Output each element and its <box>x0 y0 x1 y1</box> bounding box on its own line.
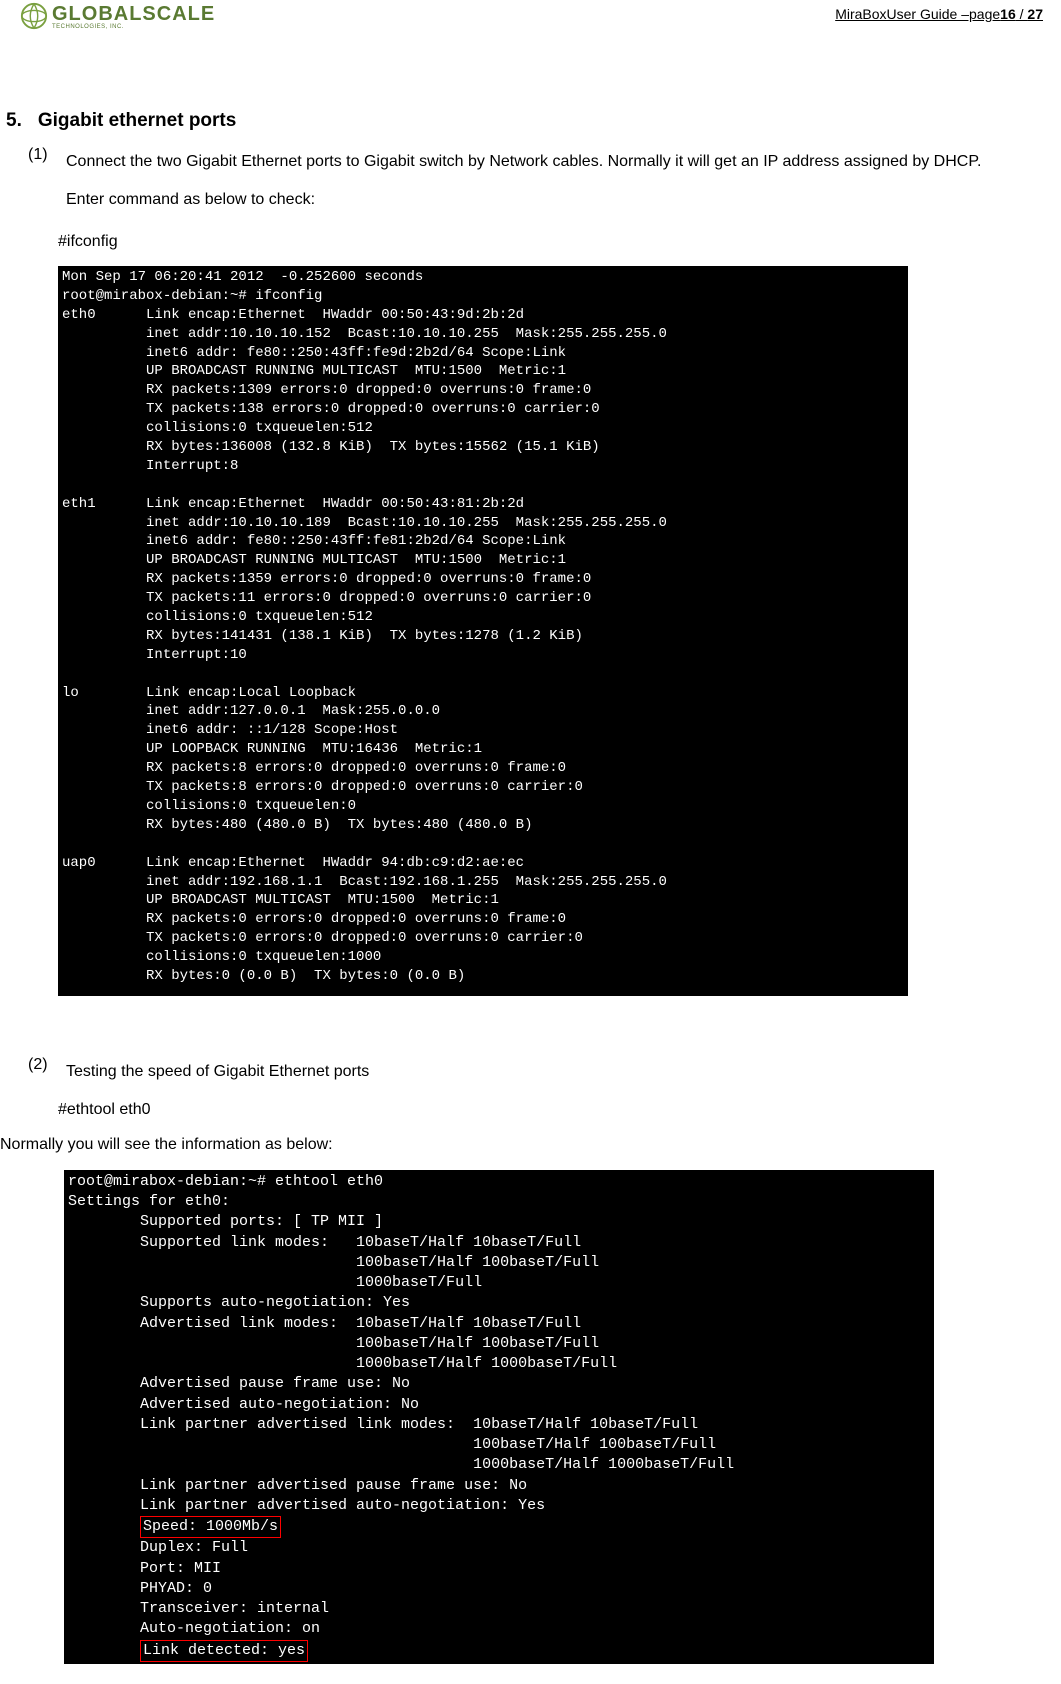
command-ethtool: #ethtool eth0 <box>58 1094 1061 1126</box>
terminal-line: Supports auto-negotiation: Yes <box>68 1293 930 1313</box>
page-number: MiraBoxUser Guide –page16 / 27 <box>835 2 1043 22</box>
terminal-line-speed: Speed: 1000Mb/s <box>68 1516 930 1538</box>
terminal-line: 1000baseT/Half 1000baseT/Full <box>68 1455 930 1475</box>
terminal-line: 100baseT/Half 100baseT/Full <box>68 1253 930 1273</box>
terminal-line: Supported link modes: 10baseT/Half 10bas… <box>68 1233 930 1253</box>
terminal-line: Port: MII <box>68 1559 930 1579</box>
terminal-output-ethtool: root@mirabox-debian:~# ethtool eth0Setti… <box>64 1170 934 1664</box>
step-text: Connect the two Gigabit Ethernet ports t… <box>66 146 1061 178</box>
terminal-line: Auto-negotiation: on <box>68 1619 930 1639</box>
document-page: GLOBALSCALE TECHNOLOGIES, INC. MiraBoxUs… <box>0 0 1061 1684</box>
terminal-line: 100baseT/Half 100baseT/Full <box>68 1435 930 1455</box>
normally-text: Normally you will see the information as… <box>0 1136 1061 1154</box>
terminal-line: root@mirabox-debian:~# ethtool eth0 <box>68 1172 930 1192</box>
step-text: Testing the speed of Gigabit Ethernet po… <box>66 1056 1061 1088</box>
step-number: (2) <box>28 1056 56 1088</box>
terminal-line: Link partner advertised pause frame use:… <box>68 1476 930 1496</box>
section-number: 5. <box>6 110 22 132</box>
terminal-line: Settings for eth0: <box>68 1192 930 1212</box>
terminal-line: Link partner advertised link modes: 10ba… <box>68 1415 930 1435</box>
terminal-line: Advertised pause frame use: No <box>68 1374 930 1394</box>
brand-logo: GLOBALSCALE TECHNOLOGIES, INC. <box>20 2 215 30</box>
command-ifconfig: #ifconfig <box>58 226 1061 258</box>
terminal-line: 1000baseT/Full <box>68 1273 930 1293</box>
page-sep: / <box>1016 6 1028 22</box>
step-number: (1) <box>28 146 56 178</box>
highlight-link-detected: Link detected: yes <box>140 1640 308 1662</box>
globe-icon <box>20 2 48 30</box>
highlight-speed: Speed: 1000Mb/s <box>140 1516 281 1538</box>
terminal-line: 100baseT/Half 100baseT/Full <box>68 1334 930 1354</box>
terminal-line: Advertised link modes: 10baseT/Half 10ba… <box>68 1314 930 1334</box>
terminal-line: Supported ports: [ TP MII ] <box>68 1212 930 1232</box>
page-total: 27 <box>1027 6 1043 22</box>
section-heading: 5. Gigabit ethernet ports <box>6 110 1061 132</box>
page-header: GLOBALSCALE TECHNOLOGIES, INC. MiraBoxUs… <box>0 0 1061 30</box>
terminal-line-link: Link detected: yes <box>68 1640 930 1662</box>
terminal-line: Link partner advertised auto-negotiation… <box>68 1496 930 1516</box>
page-prefix: MiraBoxUser Guide –page <box>835 6 1000 22</box>
terminal-output-ifconfig: Mon Sep 17 06:20:41 2012 -0.252600 secon… <box>58 266 908 996</box>
terminal-line: Transceiver: internal <box>68 1599 930 1619</box>
terminal-line: Duplex: Full <box>68 1538 930 1558</box>
step-1-line2: Enter command as below to check: <box>66 184 1061 216</box>
page-current: 16 <box>1000 6 1016 22</box>
brand-name: GLOBALSCALE <box>52 3 215 25</box>
terminal-line: 1000baseT/Half 1000baseT/Full <box>68 1354 930 1374</box>
section-title: Gigabit ethernet ports <box>38 110 236 132</box>
brand-text: GLOBALSCALE TECHNOLOGIES, INC. <box>52 3 215 30</box>
terminal-line: Advertised auto-negotiation: No <box>68 1395 930 1415</box>
step-1: (1) Connect the two Gigabit Ethernet por… <box>28 146 1061 178</box>
step-2: (2) Testing the speed of Gigabit Etherne… <box>28 1056 1061 1088</box>
